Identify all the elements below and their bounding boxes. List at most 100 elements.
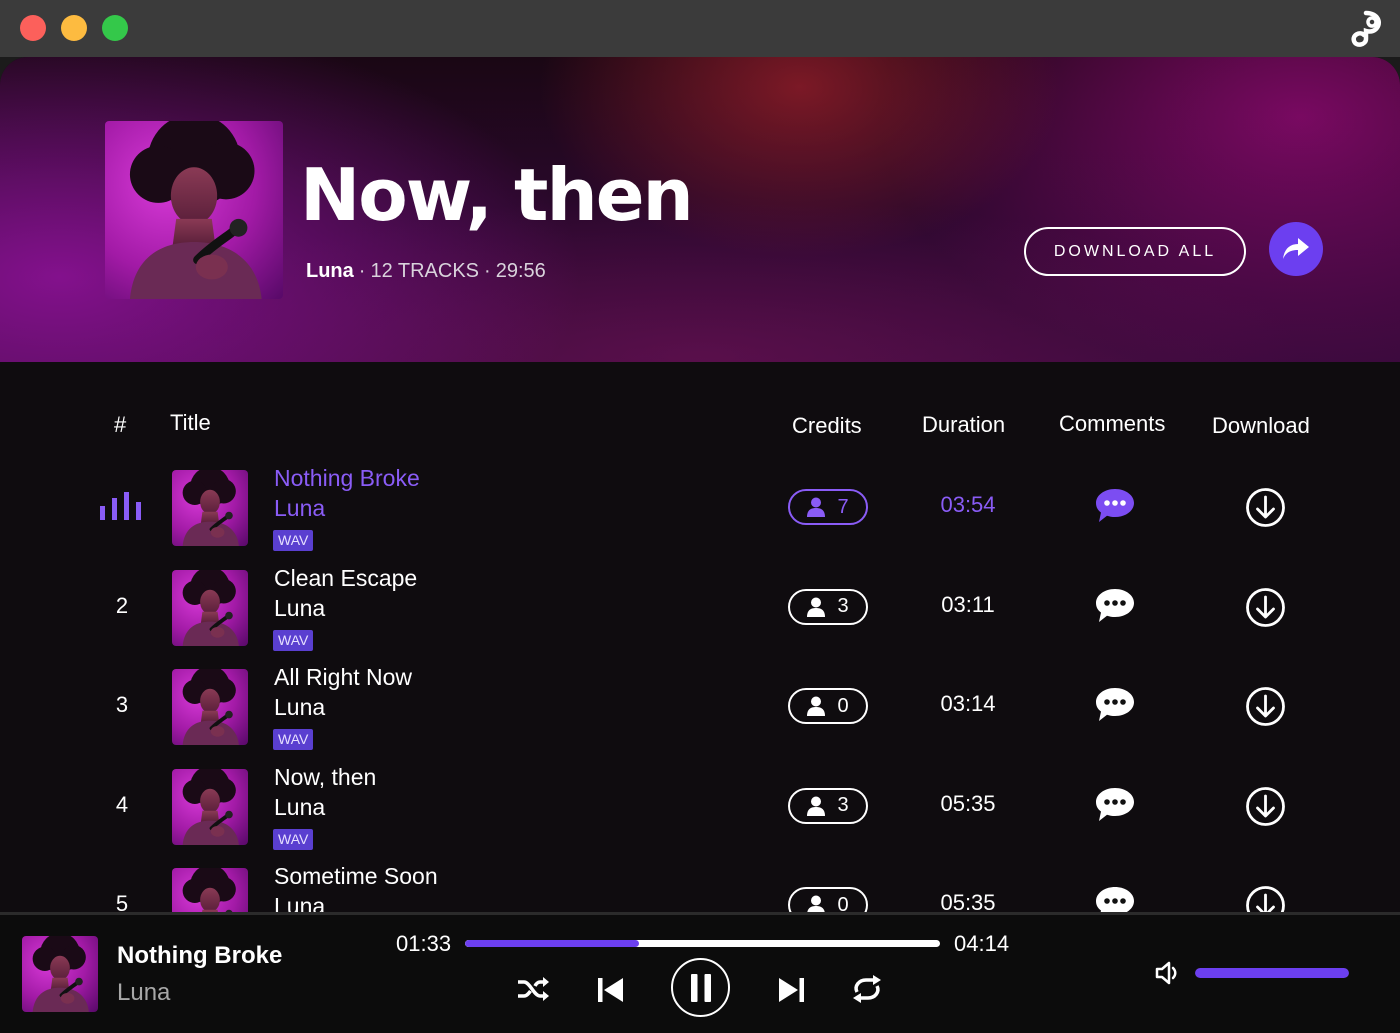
- comments-button[interactable]: [1094, 786, 1136, 824]
- album-cover: [105, 121, 283, 299]
- format-badge: WAV: [273, 729, 314, 750]
- share-button[interactable]: [1269, 222, 1323, 276]
- next-button[interactable]: [776, 975, 806, 1005]
- format-badge: WAV: [273, 530, 314, 551]
- pause-button[interactable]: [671, 958, 730, 1017]
- download-circle-icon: [1246, 488, 1285, 527]
- volume-slider[interactable]: [1195, 968, 1349, 978]
- track-duration: 05:35: [940, 790, 996, 816]
- progress-fill: [465, 940, 639, 947]
- comments-button[interactable]: [1094, 587, 1136, 625]
- track-row[interactable]: 3 All Right Now Luna WAV 0 03:14: [0, 658, 1400, 757]
- window-title-bar: [0, 0, 1400, 57]
- close-window-button[interactable]: [20, 15, 46, 41]
- album-meta: Luna · 12 TRACKS · 29:56: [306, 260, 546, 282]
- now-playing-title: Nothing Broke: [117, 942, 283, 969]
- credits-count: 3: [837, 794, 849, 816]
- track-duration: 03:54: [940, 492, 996, 517]
- progress-bar[interactable]: [465, 940, 940, 947]
- speech-bubble-icon: [1096, 688, 1134, 721]
- track-row[interactable]: 2 Clean Escape Luna WAV 3 03:11: [0, 559, 1400, 658]
- minimize-window-button[interactable]: [61, 15, 87, 41]
- track-duration: 03:11: [941, 591, 995, 617]
- volume-button[interactable]: [1154, 959, 1184, 987]
- track-title[interactable]: Sometime Soon: [274, 863, 438, 890]
- volume-icon: [1155, 961, 1177, 985]
- repeat-button[interactable]: [850, 973, 884, 1005]
- track-cover: [172, 769, 248, 845]
- format-badge: WAV: [273, 629, 314, 651]
- download-all-button[interactable]: DOWNLOAD ALL: [1024, 227, 1246, 276]
- credits-button[interactable]: 0: [788, 688, 868, 724]
- share-arrow-icon: [1283, 238, 1309, 259]
- comments-button[interactable]: [1094, 487, 1136, 525]
- equalizer-bars-icon: [100, 492, 141, 520]
- track-row[interactable]: 4 Now, then Luna WAV 3 05:35: [0, 758, 1400, 857]
- column-header-number: #: [114, 412, 127, 437]
- track-number: 4: [115, 791, 129, 817]
- download-circle-icon: [1246, 587, 1285, 627]
- track-title[interactable]: All Right Now: [274, 664, 412, 691]
- person-icon: [807, 696, 826, 716]
- track-cover: [172, 570, 248, 646]
- person-icon: [807, 796, 826, 816]
- credits-count: 0: [837, 694, 849, 717]
- speech-bubble-icon: [1096, 489, 1134, 522]
- track-cover: [172, 470, 248, 546]
- credits-button[interactable]: 3: [788, 588, 868, 625]
- now-playing-indicator: [100, 492, 142, 520]
- download-button[interactable]: [1245, 487, 1286, 528]
- column-header-duration: Duration: [922, 412, 1006, 437]
- download-button[interactable]: [1245, 686, 1286, 727]
- volume-fill: [1195, 968, 1349, 978]
- track-number: 3: [115, 692, 129, 717]
- shuffle-button[interactable]: [516, 974, 550, 1004]
- track-title[interactable]: Nothing Broke: [274, 465, 420, 492]
- download-button[interactable]: [1245, 786, 1286, 827]
- track-duration: 03:14: [940, 691, 996, 716]
- track-row[interactable]: Nothing Broke Luna WAV 7 03:54: [0, 459, 1400, 558]
- app-window: Now, then Luna · 12 TRACKS · 29:56 DOWNLOAD …: [0, 57, 1400, 1033]
- player-bar: Nothing Broke Luna 01:33 04:14: [0, 912, 1400, 1033]
- previous-button[interactable]: [596, 975, 626, 1005]
- repeat-icon: [853, 975, 881, 1003]
- download-button[interactable]: [1245, 587, 1286, 628]
- track-count: 12 TRACKS: [370, 260, 480, 282]
- person-icon: [807, 597, 826, 617]
- person-icon: [807, 497, 826, 517]
- comments-button[interactable]: [1094, 686, 1136, 724]
- maximize-window-button[interactable]: [102, 15, 128, 41]
- pause-icon: [690, 973, 711, 1002]
- credits-count: 7: [837, 495, 849, 518]
- credits-button[interactable]: 3: [788, 787, 868, 824]
- track-artist[interactable]: Luna: [274, 794, 325, 821]
- credits-count: 3: [837, 595, 849, 617]
- elapsed-time: 01:33: [396, 931, 452, 956]
- album-artist[interactable]: Luna: [306, 260, 354, 282]
- download-circle-icon: [1246, 786, 1285, 826]
- track-title[interactable]: Clean Escape: [274, 565, 417, 592]
- track-artist[interactable]: Luna: [274, 694, 325, 721]
- skip-next-icon: [779, 978, 804, 1002]
- credits-button[interactable]: 7: [788, 489, 868, 525]
- track-number: 2: [115, 592, 129, 618]
- column-header-credits: Credits: [792, 413, 862, 438]
- now-playing-artist: Luna: [117, 979, 171, 1006]
- skip-previous-icon: [598, 978, 623, 1002]
- album-header: Now, then Luna · 12 TRACKS · 29:56 DOWNLOAD …: [0, 57, 1400, 362]
- column-header-comments: Comments: [1059, 411, 1166, 436]
- speech-bubble-icon: [1096, 588, 1134, 622]
- album-title: Now, then: [300, 153, 694, 237]
- track-artist[interactable]: Luna: [274, 595, 325, 622]
- now-playing-cover: [22, 936, 98, 1012]
- track-title[interactable]: Now, then: [274, 764, 376, 791]
- column-header-download: Download: [1212, 413, 1310, 438]
- track-artist[interactable]: Luna: [274, 495, 325, 522]
- download-circle-icon: [1246, 687, 1285, 726]
- album-duration: 29:56: [495, 260, 546, 282]
- track-cover: [172, 669, 248, 745]
- total-time: 04:14: [954, 931, 1010, 956]
- format-badge: WAV: [273, 828, 314, 850]
- shuffle-icon: [518, 977, 549, 1001]
- music-note-logo-icon: [1351, 10, 1381, 47]
